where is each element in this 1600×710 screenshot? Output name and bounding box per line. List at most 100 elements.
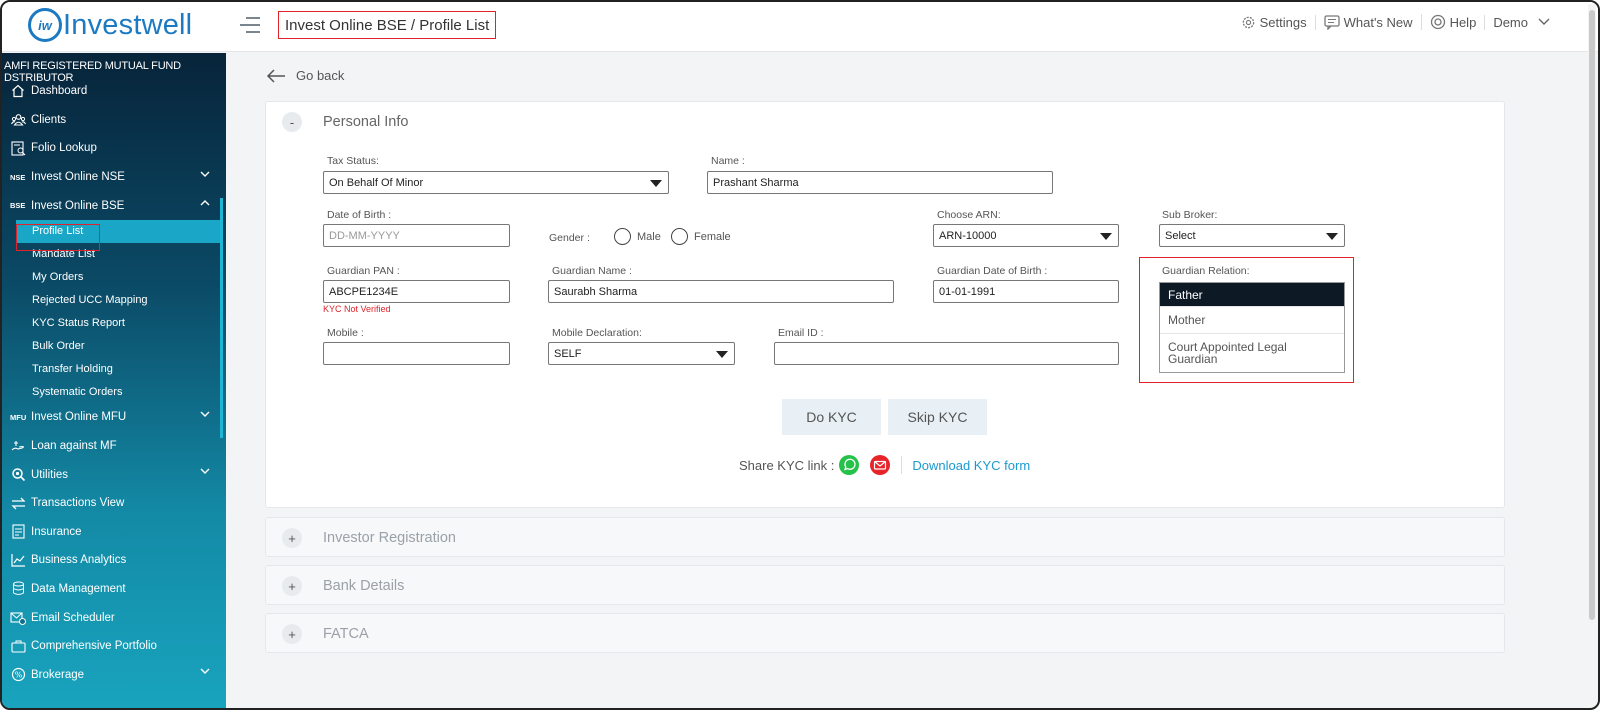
share-kyc-row: Share KYC link : Download KYC form	[739, 454, 1030, 476]
collapse-toggle[interactable]: -	[282, 112, 302, 132]
chevron-down-icon	[200, 668, 210, 675]
arn-select[interactable]: ARN-10000	[933, 224, 1119, 247]
menu-toggle-icon[interactable]	[240, 17, 260, 37]
sidebar-subitem-label: Transfer Holding	[32, 362, 113, 375]
amfi-banner: AMFI REGISTERED MUTUAL FUND DSTRIBUTOR	[4, 60, 181, 84]
data-icon	[10, 581, 26, 597]
gender-female-label: Female	[694, 231, 731, 243]
home-icon	[10, 83, 26, 99]
do-kyc-button[interactable]: Do KYC	[782, 399, 881, 435]
mobile-declaration-select[interactable]: SELF	[548, 342, 735, 365]
mobile-label: Mobile :	[327, 327, 364, 339]
skip-kyc-button[interactable]: Skip KYC	[888, 399, 987, 435]
guardian-pan-input[interactable]: ABCPE1234E	[323, 280, 510, 303]
logo-mark: iw	[28, 8, 62, 42]
sidebar-item-business-analytics[interactable]: Business Analytics	[2, 546, 226, 575]
gender-female-radio[interactable]	[671, 228, 688, 245]
loan-icon	[10, 438, 26, 454]
investor-registration-panel[interactable]: + Investor Registration	[265, 517, 1505, 557]
sidebar-item-utilities[interactable]: Utilities	[2, 460, 226, 489]
sidebar-item-folio-lookup[interactable]: Folio Lookup	[2, 134, 226, 163]
sidebar-item-comprehensive-portfolio[interactable]: Comprehensive Portfolio	[2, 632, 226, 661]
sidebar-item-label: Brokerage	[31, 668, 85, 681]
expand-toggle[interactable]: +	[282, 624, 302, 644]
chevron-down-icon	[200, 411, 210, 418]
sidebar-item-invest-online-mfu[interactable]: MFU Invest Online MFU	[2, 403, 226, 432]
caret-down-icon	[650, 180, 662, 187]
logo-text: Investwell	[63, 8, 193, 41]
utilities-icon	[10, 467, 26, 483]
sidebar-item-label: Clients	[31, 113, 67, 126]
bse-tag: BSE	[10, 201, 26, 211]
guardian-name-input[interactable]: Saurabh Sharma	[548, 280, 894, 303]
help-link[interactable]: Help	[1420, 14, 1485, 30]
sub-broker-select[interactable]: Select	[1159, 224, 1345, 247]
help-label: Help	[1449, 14, 1477, 30]
email-icon	[10, 610, 26, 626]
folio-icon	[10, 140, 26, 156]
mobile-declaration-label: Mobile Declaration:	[552, 327, 642, 339]
whats-new-link[interactable]: What's New	[1314, 14, 1421, 30]
email-input[interactable]	[774, 342, 1119, 365]
settings-label: Settings	[1259, 14, 1307, 30]
mobile-input[interactable]	[323, 342, 510, 365]
divider	[901, 456, 903, 474]
expand-toggle[interactable]: +	[282, 528, 302, 548]
scrollbar-thumb[interactable]	[1589, 10, 1595, 620]
guardian-dob-label: Guardian Date of Birth :	[937, 265, 1048, 277]
sidebar-item-transactions-view[interactable]: Transactions View	[2, 489, 226, 518]
whats-new-label: What's New	[1343, 14, 1413, 30]
logo[interactable]: iw Investwell	[28, 8, 192, 42]
sidebar-item-insurance[interactable]: Insurance	[2, 517, 226, 546]
sidebar-item-loan-against-mf[interactable]: Loan against MF	[2, 432, 226, 461]
guardian-relation-option[interactable]: Mother	[1160, 307, 1344, 334]
sidebar-subitem-rejected-ucc-mapping[interactable]: Rejected UCC Mapping	[2, 289, 226, 312]
dob-label: Date of Birth :	[327, 209, 392, 221]
sidebar-subitem-my-orders[interactable]: My Orders	[2, 266, 226, 289]
guardian-pan-label: Guardian PAN :	[327, 265, 400, 277]
sidebar-subitem-systematic-orders[interactable]: Systematic Orders	[2, 380, 226, 403]
dob-input[interactable]: DD-MM-YYYY	[323, 224, 510, 247]
name-input[interactable]: Prashant Sharma	[707, 171, 1053, 194]
guardian-relation-option[interactable]: Court Appointed Legal Guardian	[1160, 334, 1344, 372]
sidebar-item-email-scheduler[interactable]: Email Scheduler	[2, 603, 226, 632]
help-icon	[1430, 14, 1445, 30]
sidebar-item-clients[interactable]: Clients	[2, 106, 226, 135]
expand-toggle[interactable]: +	[282, 576, 302, 596]
guardian-relation-dropdown[interactable]: Father Mother Court Appointed Legal Guar…	[1159, 282, 1345, 373]
guardian-relation-option[interactable]: Father	[1160, 283, 1344, 307]
bank-details-panel[interactable]: + Bank Details	[265, 565, 1505, 605]
caret-down-icon	[716, 351, 728, 358]
chevron-down-icon	[200, 468, 210, 475]
sub-broker-value: Select	[1165, 230, 1196, 242]
page-scrollbar[interactable]	[1588, 4, 1596, 704]
go-back-link[interactable]: Go back	[266, 68, 344, 83]
settings-link[interactable]: Settings	[1233, 15, 1315, 30]
whatsapp-icon[interactable]	[838, 454, 860, 476]
sidebar-item-data-management[interactable]: Data Management	[2, 575, 226, 604]
sidebar-item-brokerage[interactable]: % Brokerage	[2, 660, 226, 689]
users-icon	[10, 112, 26, 128]
sidebar-item-invest-online-nse[interactable]: NSE Invest Online NSE	[2, 163, 226, 192]
download-kyc-link[interactable]: Download KYC form	[912, 458, 1030, 473]
sidebar-item-label: Dashboard	[31, 85, 88, 98]
user-menu[interactable]: Demo	[1484, 14, 1562, 30]
tax-status-select[interactable]: On Behalf Of Minor	[323, 171, 669, 194]
sidebar-item-invest-online-bse[interactable]: BSE Invest Online BSE	[2, 191, 226, 220]
nse-tag: NSE	[10, 172, 26, 182]
email-share-icon[interactable]	[869, 454, 891, 476]
sidebar-subitem-transfer-holding[interactable]: Transfer Holding	[2, 357, 226, 380]
fatca-panel[interactable]: + FATCA	[265, 613, 1505, 653]
sidebar-item-dashboard[interactable]: Dashboard	[2, 77, 226, 106]
sidebar-item-label: Business Analytics	[31, 554, 127, 567]
gender-male-radio[interactable]	[614, 228, 631, 245]
go-back-label: Go back	[296, 68, 345, 83]
profile-list-highlight	[16, 224, 100, 251]
kyc-status-error: KYC Not Verified	[323, 304, 391, 314]
sidebar-subitem-kyc-status-report[interactable]: KYC Status Report	[2, 312, 226, 335]
guardian-dob-input[interactable]: 01-01-1991	[933, 280, 1119, 303]
personal-info-header[interactable]: - Personal Info	[266, 102, 1504, 142]
email-label: Email ID :	[778, 327, 824, 339]
analytics-icon	[10, 552, 26, 568]
sidebar-subitem-bulk-order[interactable]: Bulk Order	[2, 334, 226, 357]
